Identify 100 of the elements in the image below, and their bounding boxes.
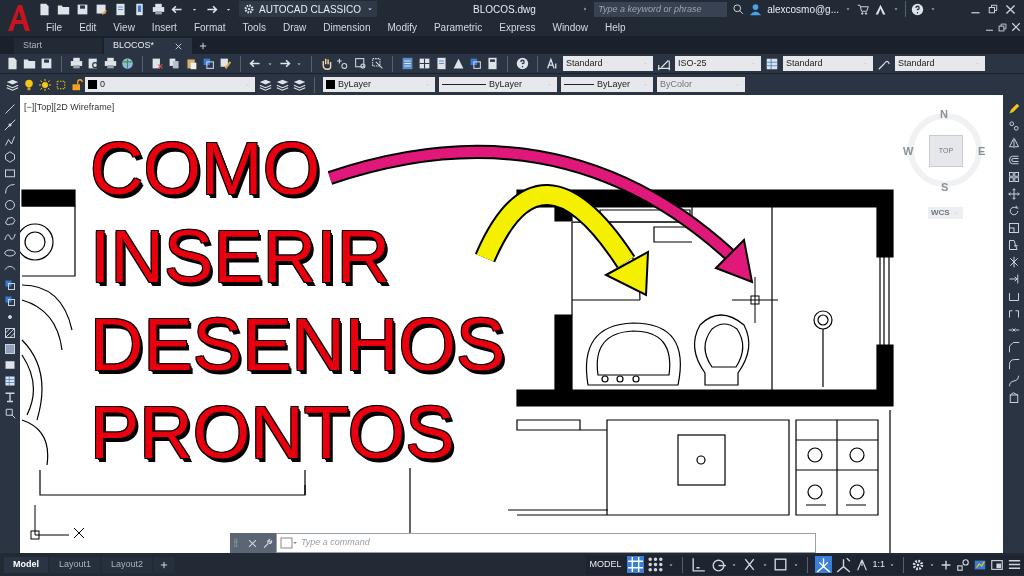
- menu-item[interactable]: File: [46, 19, 63, 35]
- polygon-icon[interactable]: [4, 151, 16, 163]
- block-icon[interactable]: [202, 57, 215, 70]
- extend-icon[interactable]: [1007, 273, 1020, 285]
- move-icon[interactable]: [1007, 188, 1020, 200]
- break-icon[interactable]: [1007, 290, 1020, 302]
- dimension-style-dropdown[interactable]: ISO-25: [675, 56, 761, 71]
- publish-icon[interactable]: [114, 2, 127, 16]
- paste-icon[interactable]: [185, 57, 198, 70]
- make-block-icon[interactable]: [4, 295, 16, 307]
- open-folder-icon[interactable]: [23, 57, 36, 70]
- annotation-scale-icon[interactable]: [855, 557, 870, 572]
- table-style-dropdown[interactable]: Standard: [783, 56, 873, 71]
- viewport-label[interactable]: [−][Top][2D Wireframe]: [24, 101, 115, 115]
- layout-tab[interactable]: Layout1: [50, 556, 101, 573]
- chamfer-icon[interactable]: [1007, 341, 1020, 353]
- menu-item[interactable]: Insert: [151, 19, 177, 35]
- layer-viewport-icon[interactable]: [55, 78, 67, 91]
- object-snap-icon[interactable]: [772, 556, 790, 573]
- offset-icon[interactable]: [1007, 154, 1020, 166]
- model-space-button[interactable]: MODEL: [586, 557, 625, 572]
- circle-icon[interactable]: [4, 199, 16, 211]
- new-file-icon[interactable]: [6, 57, 19, 70]
- line-icon[interactable]: [4, 103, 16, 115]
- new-file-icon[interactable]: [38, 2, 51, 16]
- copy-icon[interactable]: [168, 57, 181, 70]
- color-dropdown[interactable]: ByLayer: [323, 77, 435, 92]
- menu-item[interactable]: Parametric: [433, 19, 483, 35]
- multileader-style-dropdown[interactable]: Standard: [895, 56, 985, 71]
- snap-icon[interactable]: [647, 556, 665, 573]
- zoom-realtime-icon[interactable]: [337, 57, 350, 70]
- text-style-icon[interactable]: [546, 57, 559, 70]
- user-icon[interactable]: [749, 2, 763, 16]
- search-field[interactable]: Type a keyword or phrase: [594, 1, 728, 17]
- layer-lock-icon[interactable]: [71, 78, 83, 91]
- menu-item[interactable]: Express: [499, 19, 536, 35]
- new-layout-icon[interactable]: [159, 559, 170, 570]
- stretch-icon[interactable]: [1007, 239, 1020, 251]
- annotation-scale[interactable]: 1:1: [872, 557, 885, 572]
- file-tab[interactable]: BLOCOS*: [104, 38, 192, 54]
- text-style-dropdown[interactable]: Standard: [563, 56, 653, 71]
- menu-item[interactable]: Edit: [79, 19, 97, 35]
- command-input[interactable]: Type a command: [301, 536, 812, 550]
- menu-item[interactable]: Window: [552, 19, 588, 35]
- insert-block-icon[interactable]: [4, 279, 16, 291]
- pan-icon[interactable]: [320, 57, 333, 70]
- properties-icon[interactable]: [401, 57, 414, 70]
- close-icon[interactable]: [1004, 2, 1017, 16]
- arc-icon[interactable]: [4, 183, 16, 195]
- save-icon[interactable]: [76, 2, 89, 16]
- plot-icon[interactable]: [104, 57, 117, 70]
- tool-palettes-icon[interactable]: [435, 57, 448, 70]
- zoom-previous-icon[interactable]: [371, 57, 384, 70]
- menu-item[interactable]: View: [113, 19, 135, 35]
- ucs-menu[interactable]: WCS: [928, 207, 963, 219]
- gradient-icon[interactable]: [4, 343, 16, 355]
- explode-icon[interactable]: [1007, 392, 1020, 404]
- clean-screen-icon[interactable]: [990, 557, 1004, 572]
- layer-on-icon[interactable]: [23, 78, 35, 91]
- rectangle-icon[interactable]: [4, 167, 16, 179]
- print-icon[interactable]: [152, 2, 165, 16]
- design-center-icon[interactable]: [418, 57, 431, 70]
- restore-icon[interactable]: [997, 21, 1008, 33]
- new-tab-icon[interactable]: [198, 41, 208, 51]
- print-preview-icon[interactable]: [87, 57, 100, 70]
- restore-icon[interactable]: [987, 3, 999, 15]
- layer-dropdown[interactable]: 0: [85, 77, 255, 92]
- construction-line-icon[interactable]: [4, 119, 16, 131]
- close-icon[interactable]: [1010, 21, 1022, 33]
- menu-item[interactable]: Format: [193, 19, 226, 35]
- mobile-icon[interactable]: [133, 2, 146, 16]
- isolate-objects-icon[interactable]: [956, 557, 970, 572]
- multiline-text-icon[interactable]: [4, 391, 16, 403]
- spline-icon[interactable]: [4, 231, 16, 243]
- open-folder-icon[interactable]: [57, 2, 70, 16]
- linetype-dropdown[interactable]: ByLayer: [439, 77, 557, 92]
- table-style-icon[interactable]: [765, 56, 779, 71]
- region-icon[interactable]: [4, 359, 16, 371]
- menu-item[interactable]: Help: [605, 19, 626, 35]
- annotation-visibility-icon[interactable]: [815, 556, 833, 573]
- fillet-icon[interactable]: [1007, 358, 1020, 370]
- add-selected-icon[interactable]: [4, 407, 16, 419]
- search-icon[interactable]: [732, 3, 745, 15]
- table-icon[interactable]: [4, 375, 16, 387]
- workspace-gear-icon[interactable]: [911, 557, 925, 572]
- autoscale-icon[interactable]: [835, 556, 853, 573]
- hatch-icon[interactable]: [4, 327, 16, 339]
- save-as-icon[interactable]: [95, 2, 108, 16]
- save-icon[interactable]: [40, 57, 53, 70]
- file-tab[interactable]: Start: [14, 38, 102, 54]
- workspace-dropdown[interactable]: AUTOCAD CLASSICO: [239, 1, 377, 17]
- ellipse-icon[interactable]: [4, 247, 16, 259]
- lineweight-dropdown[interactable]: ByLayer: [561, 77, 653, 92]
- match-properties-icon[interactable]: [219, 57, 232, 70]
- menu-item[interactable]: Draw: [282, 19, 307, 35]
- break-at-point-icon[interactable]: [1007, 307, 1020, 319]
- app-logo[interactable]: [6, 3, 32, 33]
- rotate-icon[interactable]: [1007, 205, 1020, 217]
- layout-tab[interactable]: Layout2: [102, 556, 153, 573]
- layout-tab[interactable]: Model: [4, 556, 48, 573]
